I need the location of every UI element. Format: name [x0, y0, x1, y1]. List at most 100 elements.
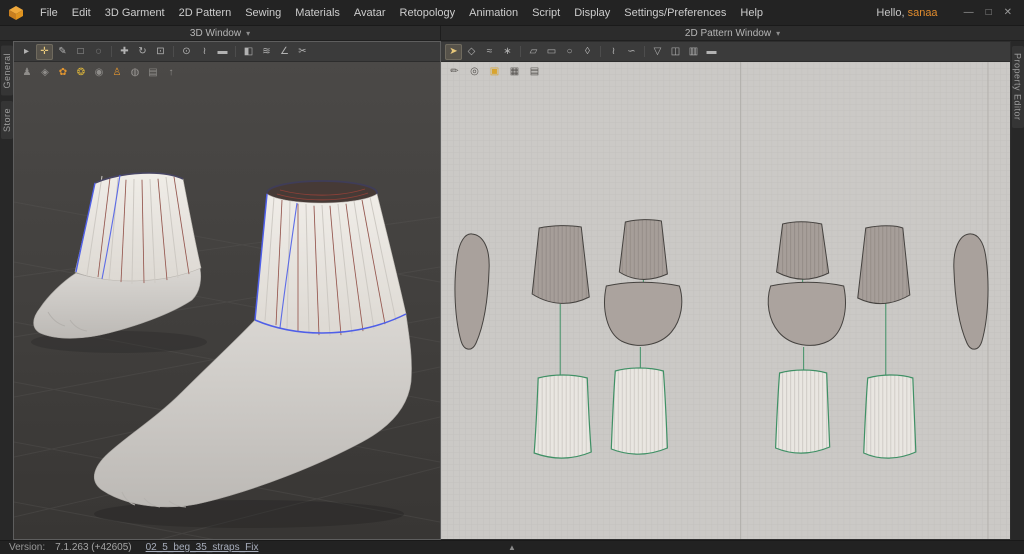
toolbar-separator [520, 46, 521, 57]
avatar-display-toolbar: ♟ ◈ ✿ ❂ ◉ ♙ ◍ ▤ ↑ [19, 65, 179, 81]
show-sewing-icon[interactable]: ▣ [486, 64, 503, 80]
version-value: 7.1.263 (+42605) [55, 542, 132, 553]
menu-retopology[interactable]: Retopology [393, 4, 463, 22]
circle-tool[interactable]: ○ [561, 44, 578, 60]
2d-pattern-window: ➤ ◇ ≈ ∗ ▱ ▭ ○ ◊ ≀ ∽ ▽ ◫ ▥ ▬ ✏ ◎ ▣ ▦ ▤ [441, 41, 1011, 540]
3d-window-caret-icon[interactable]: ▾ [246, 29, 250, 38]
pattern-piece-leg-front-left[interactable] [531, 225, 590, 304]
add-point-tool[interactable]: ∗ [499, 44, 516, 60]
arrangement-point-icon[interactable]: ▤ [145, 65, 161, 81]
3d-window-title: 3D Window [189, 27, 242, 39]
side-tab-general[interactable]: General [0, 46, 13, 96]
pattern-piece-cuff-back-right[interactable] [774, 369, 831, 454]
menu-avatar[interactable]: Avatar [347, 4, 393, 22]
app-logo-icon[interactable] [8, 4, 25, 21]
smart-guide-icon[interactable]: ◎ [466, 64, 483, 80]
segment-sewing-tool[interactable]: ≀ [605, 44, 622, 60]
username-link[interactable]: sanaa [908, 7, 938, 19]
avatar-hair-icon[interactable]: ❂ [73, 65, 89, 81]
pattern-piece-cuff-front-right[interactable] [863, 374, 917, 459]
grading-tool[interactable]: ▥ [685, 44, 702, 60]
side-tab-store[interactable]: Store [0, 100, 13, 139]
pattern-piece-cuff-back-left[interactable] [610, 367, 669, 455]
measure-2d-tool[interactable]: ▬ [703, 44, 720, 60]
pattern-piece-cuff-front-left[interactable] [533, 374, 592, 459]
3d-window: ▸ ✛ ✎ □ ◌ ✚ ↻ ⊡ ⊙ ≀ ▬ ◧ ≋ ∠ ✂ ♟ ◈ ✿ ❂ ◉ ♙ ◍ ▤ ↑ [13, 41, 441, 540]
gizmo-scale-tool[interactable]: ⊡ [152, 44, 169, 60]
menu-sewing[interactable]: Sewing [238, 4, 288, 22]
avatar-pose-icon[interactable]: ♙ [109, 65, 125, 81]
2d-window-titlebar[interactable]: 2D Pattern Window ▾ [441, 26, 1024, 40]
scissors-tool[interactable]: ✂ [294, 44, 311, 60]
show-grid-icon[interactable]: ▦ [506, 64, 523, 80]
expand-timeline-button[interactable]: ▲ [508, 543, 516, 552]
restore-icon[interactable]: □ [986, 7, 992, 18]
menu-animation[interactable]: Animation [462, 4, 525, 22]
pin-tool[interactable]: ⊙ [178, 44, 195, 60]
measure-3d-tool[interactable]: ▬ [214, 44, 231, 60]
select-move-tool[interactable]: ✛ [36, 43, 53, 60]
avatar-accessory-icon[interactable]: ✿ [55, 65, 71, 81]
menu-help[interactable]: Help [733, 4, 770, 22]
edit-texture-icon[interactable]: ✏ [446, 64, 463, 80]
3d-viewport[interactable]: ♟ ◈ ✿ ❂ ◉ ♙ ◍ ▤ ↑ [14, 62, 440, 539]
toolbar-separator [600, 46, 601, 57]
3d-scene[interactable] [14, 62, 440, 539]
sewing-3d-tool[interactable]: ≀ [196, 44, 213, 60]
side-tab-property-editor[interactable]: Property Editor [1011, 46, 1024, 128]
canvas-grid [441, 62, 1010, 539]
internal-polygon-tool[interactable]: ▽ [649, 44, 666, 60]
select-lasso-tool[interactable]: ◌ [90, 44, 107, 60]
edit-curvature-tool[interactable]: ≈ [481, 44, 498, 60]
select-box-tool[interactable]: □ [72, 44, 89, 60]
greeting-text: Hello, [876, 6, 908, 19]
menu-3d-garment[interactable]: 3D Garment [98, 4, 172, 22]
angle-tool[interactable]: ∠ [276, 44, 293, 60]
menu-edit[interactable]: Edit [65, 4, 98, 22]
2d-toolbar: ➤ ◇ ≈ ∗ ▱ ▭ ○ ◊ ≀ ∽ ▽ ◫ ▥ ▬ [441, 42, 1010, 62]
3d-toolbar: ▸ ✛ ✎ □ ◌ ✚ ↻ ⊡ ⊙ ≀ ▬ ◧ ≋ ∠ ✂ [14, 42, 440, 62]
menu-file[interactable]: File [33, 4, 65, 22]
polygon-tool[interactable]: ▱ [525, 44, 542, 60]
left-sock[interactable] [74, 172, 202, 285]
gizmo-rotate-tool[interactable]: ↻ [134, 44, 151, 60]
pattern-piece-leg-back-left[interactable] [618, 219, 668, 280]
2d-pattern-canvas[interactable]: ✏ ◎ ▣ ▦ ▤ [441, 62, 1010, 539]
reset-arrangement-icon[interactable]: ↑ [163, 65, 179, 81]
menu-script[interactable]: Script [525, 4, 567, 22]
pattern-piece-leg-back-right[interactable] [776, 221, 830, 280]
rectangle-tool[interactable]: ▭ [543, 44, 560, 60]
3d-window-titlebar[interactable]: 3D Window ▾ [0, 26, 441, 40]
menu-settings-preferences[interactable]: Settings/Preferences [617, 4, 733, 22]
pattern-piece-leg-front-right[interactable] [857, 225, 911, 305]
toolbar-separator [111, 46, 112, 57]
pen-3d-tool[interactable]: ✎ [54, 44, 71, 60]
edit-pattern-tool[interactable]: ◇ [463, 44, 480, 60]
version-label: Version: [9, 542, 46, 553]
transform-pattern-tool[interactable]: ➤ [445, 43, 462, 60]
close-icon[interactable]: ✕ [1004, 7, 1012, 18]
avatar-size-icon[interactable]: ◍ [127, 65, 143, 81]
gizmo-move-tool[interactable]: ✚ [116, 44, 133, 60]
show-garment-icon[interactable]: ◈ [37, 65, 53, 81]
open-file-name[interactable]: 02_5_beg_35_straps_Fix [146, 542, 259, 553]
print-layout-icon[interactable]: ▤ [526, 64, 543, 80]
steam-tool[interactable]: ≋ [258, 44, 275, 60]
trace-tool[interactable]: ◫ [667, 44, 684, 60]
toolbar-separator [235, 46, 236, 57]
dart-tool[interactable]: ◊ [579, 44, 596, 60]
2d-window-caret-icon[interactable]: ▾ [776, 29, 780, 38]
status-bar: Version: 7.1.263 (+42605) 02_5_beg_35_st… [0, 540, 1024, 554]
flatten-tool[interactable]: ◧ [240, 44, 257, 60]
minimize-icon[interactable]: — [964, 7, 974, 18]
menu-2d-pattern[interactable]: 2D Pattern [172, 4, 239, 22]
simulate-tool[interactable]: ▸ [18, 44, 35, 60]
show-avatar-icon[interactable]: ♟ [19, 65, 35, 81]
menu-materials[interactable]: Materials [288, 4, 347, 22]
menu-display[interactable]: Display [567, 4, 617, 22]
free-sewing-tool[interactable]: ∽ [623, 44, 640, 60]
avatar-shoes-icon[interactable]: ◉ [91, 65, 107, 81]
window-controls: — □ ✕ [964, 7, 1016, 18]
menu-bar: File Edit 3D Garment 2D Pattern Sewing Materi… [0, 0, 1024, 26]
pattern-layout[interactable] [441, 62, 1010, 539]
